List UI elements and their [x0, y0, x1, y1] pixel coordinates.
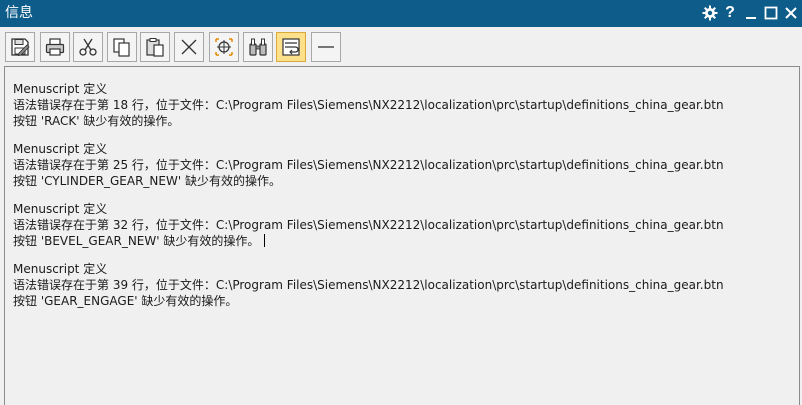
paste-icon [146, 38, 164, 57]
message-block: Menuscript 定义 语法错误存在于第 39 行，位于文件：C:\Prog… [13, 261, 724, 309]
text-cursor [264, 234, 266, 247]
print-icon [45, 38, 65, 56]
crosshair-icon [215, 38, 233, 56]
message-error: 语法错误存在于第 25 行，位于文件：C:\Program Files\Siem… [13, 158, 724, 172]
message-header: Menuscript 定义 [13, 142, 108, 156]
save-icon [11, 38, 30, 57]
message-header: Menuscript 定义 [13, 202, 108, 216]
cut-button[interactable] [73, 32, 103, 62]
message-header: Menuscript 定义 [13, 82, 108, 96]
print-button[interactable] [40, 32, 70, 62]
cut-icon [79, 38, 97, 56]
separator-line-button[interactable] [311, 32, 341, 62]
message-header: Menuscript 定义 [13, 262, 108, 276]
save-button[interactable] [5, 32, 35, 62]
message-block: Menuscript 定义 语法错误存在于第 25 行，位于文件：C:\Prog… [13, 141, 724, 189]
copy-button[interactable] [107, 32, 137, 62]
gear-icon[interactable] [700, 3, 720, 23]
message-panel[interactable]: Menuscript 定义 语法错误存在于第 18 行，位于文件：C:\Prog… [4, 66, 800, 405]
copy-icon [113, 38, 130, 57]
find-button[interactable] [243, 32, 273, 62]
word-wrap-icon [282, 38, 300, 56]
message-block: Menuscript 定义 语法错误存在于第 18 行，位于文件：C:\Prog… [13, 81, 724, 129]
message-detail-line: 按钮 'BEVEL_GEAR_NEW' 缺少有效的操作。 [13, 233, 724, 249]
message-block: Menuscript 定义 语法错误存在于第 32 行，位于文件：C:\Prog… [13, 201, 724, 249]
paste-button[interactable] [140, 32, 170, 62]
clear-button[interactable] [174, 32, 204, 62]
message-detail: 按钮 'BEVEL_GEAR_NEW' 缺少有效的操作。 [13, 234, 260, 248]
toolbar [0, 27, 802, 65]
window-title: 信息 [5, 5, 33, 21]
message-error: 语法错误存在于第 39 行，位于文件：C:\Program Files\Siem… [13, 278, 724, 292]
maximize-icon[interactable] [761, 3, 781, 23]
help-icon[interactable]: ? [720, 3, 740, 23]
message-error: 语法错误存在于第 18 行，位于文件：C:\Program Files\Siem… [13, 98, 724, 112]
message-detail: 按钮 'GEAR_ENGAGE' 缺少有效的操作。 [13, 294, 238, 308]
close-icon[interactable] [781, 3, 801, 23]
word-wrap-button[interactable] [276, 32, 306, 62]
message-detail: 按钮 'CYLINDER_GEAR_NEW' 缺少有效的操作。 [13, 174, 281, 188]
message-error: 语法错误存在于第 32 行，位于文件：C:\Program Files\Siem… [13, 218, 724, 232]
find-binoculars-icon [249, 38, 267, 56]
minimize-icon[interactable] [741, 3, 761, 23]
crosshair-button[interactable] [209, 32, 239, 62]
title-bar: 信息 ? [0, 0, 802, 27]
clear-icon [181, 39, 197, 55]
message-detail: 按钮 'RACK' 缺少有效的操作。 [13, 114, 180, 128]
separator-line-icon [318, 46, 334, 48]
